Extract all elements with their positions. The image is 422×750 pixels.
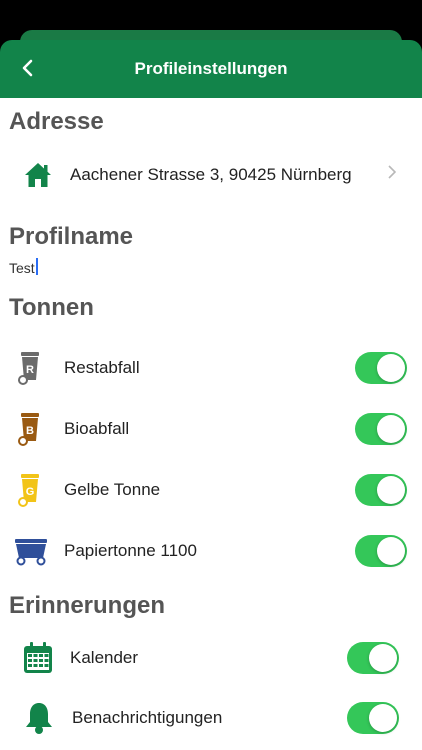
bin-label: Bioabfall — [64, 419, 130, 438]
paper-container-icon — [12, 535, 50, 567]
text-cursor — [36, 258, 38, 275]
page-title: Profileinstellungen — [134, 59, 288, 78]
reminder-label: Benachrichtigungen — [72, 708, 223, 727]
profile-name-section-title: Profilname — [9, 223, 134, 250]
bin-row-papiertonne: Papiertonne 1100 — [0, 533, 422, 569]
reminder-row-benachrichtigungen: Benachrichtigungen — [0, 700, 422, 736]
bin-label: Restabfall — [64, 358, 140, 377]
back-button[interactable] — [14, 54, 42, 82]
profile-name-input[interactable] — [9, 258, 309, 278]
reminders-section-title: Erinnerungen — [9, 592, 166, 619]
bin-row-gelbe-tonne: G Gelbe Tonne — [0, 472, 422, 508]
navigation-bar: Profileinstellungen — [0, 40, 422, 98]
chevron-left-icon — [22, 59, 33, 77]
restabfall-toggle[interactable] — [355, 352, 407, 384]
chevron-right-icon — [388, 165, 397, 184]
bin-row-restabfall: R Restabfall — [0, 350, 422, 386]
kalender-toggle[interactable] — [347, 642, 399, 674]
bin-letter: G — [26, 486, 35, 498]
organic-bin-icon: B — [14, 411, 44, 447]
address-section-title: Adresse — [9, 108, 104, 135]
bins-section-title: Tonnen — [9, 294, 94, 321]
benachrichtigungen-toggle[interactable] — [347, 702, 399, 734]
bin-letter: B — [26, 425, 34, 437]
address-value: Aachener Strasse 3, 90425 Nürnberg — [70, 165, 352, 184]
papiertonne-toggle[interactable] — [355, 535, 407, 567]
bin-label: Papiertonne 1100 — [64, 541, 197, 560]
bioabfall-toggle[interactable] — [355, 413, 407, 445]
bell-icon — [22, 700, 56, 736]
settings-content: Adresse Aachener Strasse 3, 90425 Nürnbe… — [0, 98, 422, 750]
bin-letter: R — [26, 364, 34, 376]
calendar-icon — [20, 640, 56, 676]
reminder-row-kalender: Kalender — [0, 640, 422, 676]
gelbe-tonne-toggle[interactable] — [355, 474, 407, 506]
residual-bin-icon: R — [14, 350, 44, 386]
address-row[interactable]: Aachener Strasse 3, 90425 Nürnberg — [0, 158, 422, 192]
reminder-label: Kalender — [70, 648, 139, 667]
home-icon — [22, 160, 54, 190]
bin-row-bioabfall: B Bioabfall — [0, 411, 422, 447]
bin-label: Gelbe Tonne — [64, 480, 161, 499]
yellow-bin-icon: G — [14, 472, 44, 508]
